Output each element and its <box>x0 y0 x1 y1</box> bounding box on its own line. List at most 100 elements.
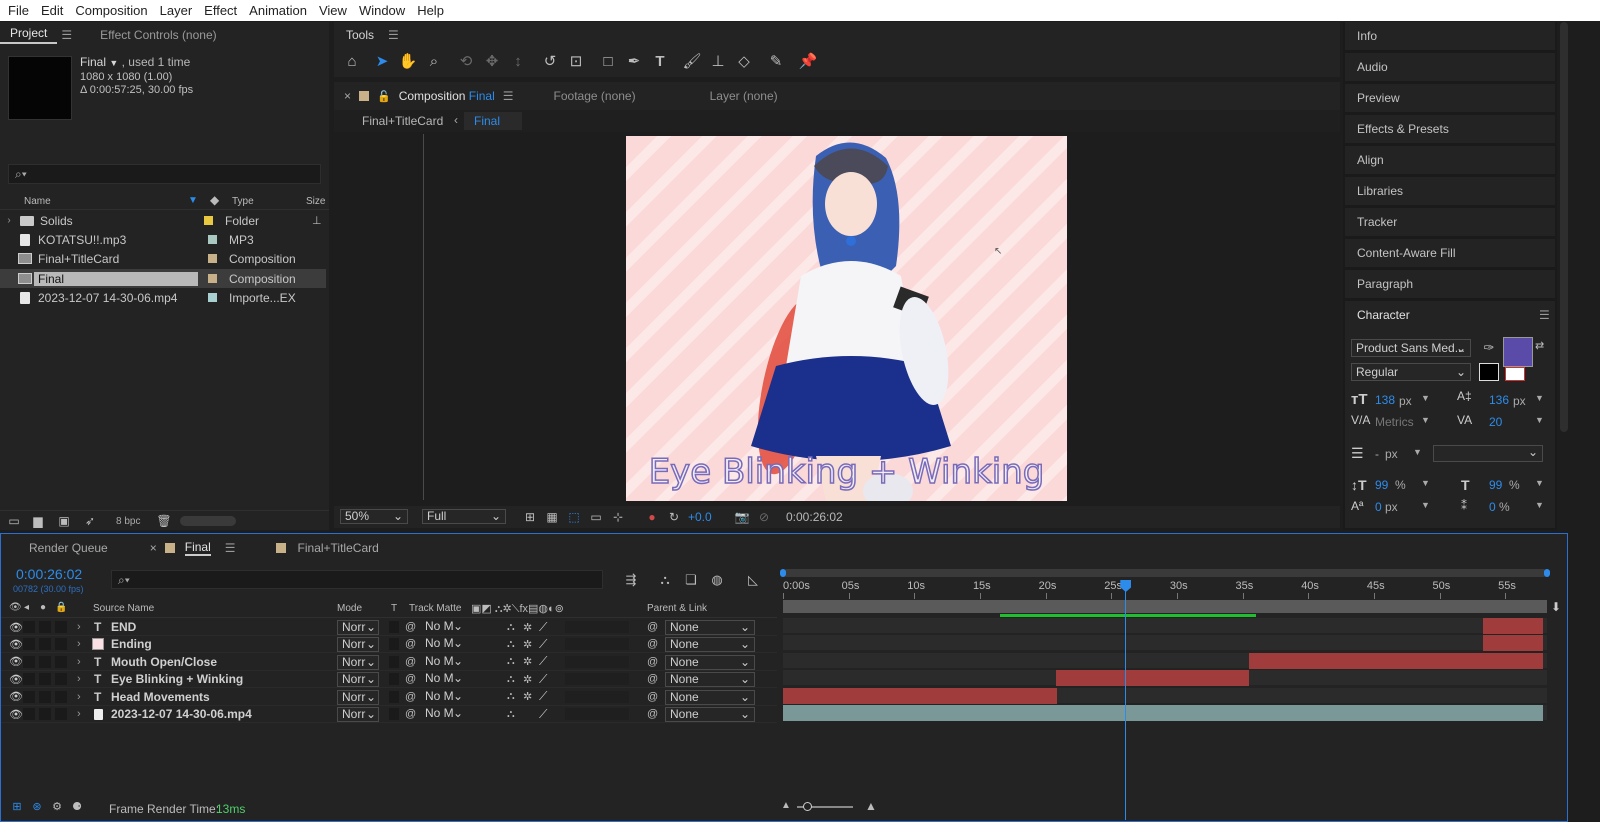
project-item-mp4[interactable]: 2023-12-07 14-30-06.mp4 Importe...EX <box>0 288 326 307</box>
layer-name[interactable]: Head Movements <box>111 690 210 704</box>
chevron-down-icon[interactable]: ▼ <box>1421 393 1430 403</box>
tsume-value[interactable]: 0 <box>1489 500 1496 514</box>
trash-icon[interactable]: 🗑 <box>154 512 174 530</box>
project-search-input[interactable]: ⌕▾ <box>8 164 321 184</box>
puppet-pin-tool-icon[interactable]: 📌 <box>798 53 818 71</box>
label-tag-icon[interactable]: ◆ <box>210 193 219 207</box>
panel-menu-icon[interactable]: ☰ <box>1539 308 1550 322</box>
channels-icon[interactable]: ● <box>642 508 662 526</box>
panel-paragraph[interactable]: Paragraph <box>1345 270 1555 298</box>
menu-effect[interactable]: Effect <box>204 3 245 18</box>
panel-menu-icon[interactable]: ☰ <box>61 28 72 42</box>
layer-row[interactable]: 👁 › T Eye Blinking + Winking Norr ⌄ @ No M ⌄ ⛬ ✲ ⟋ @… <box>1 671 777 689</box>
shy-switch-icon[interactable]: ⛬ <box>507 673 515 686</box>
project-item-final[interactable]: Final Composition <box>0 269 326 288</box>
region-of-interest-icon[interactable]: ▭ <box>586 508 606 526</box>
track-matte-dropdown[interactable]: No M ⌄ <box>421 707 465 722</box>
quality-switch-icon[interactable]: ⟋ <box>539 707 547 722</box>
layer-switch-slots[interactable] <box>565 621 629 633</box>
parent-pickwhip-icon[interactable]: @ <box>647 638 658 650</box>
column-source-name[interactable]: Source Name <box>93 603 154 614</box>
zoom-tool-icon[interactable]: ⌕ <box>424 53 444 71</box>
font-style-dropdown[interactable]: Regular ⌄ <box>1351 363 1471 381</box>
panel-libraries[interactable]: Libraries <box>1345 177 1555 205</box>
parent-dropdown[interactable]: None ⌄ <box>665 654 755 670</box>
show-snapshot-icon[interactable]: ⊘ <box>754 508 774 526</box>
project-item-solids[interactable]: › Solids Folder ⊥ <box>0 211 326 230</box>
layer-name[interactable]: Mouth Open/Close <box>111 655 217 669</box>
parent-pickwhip-icon[interactable]: @ <box>647 708 658 720</box>
chevron-right-icon[interactable]: › <box>77 691 81 703</box>
track-matte-dropdown[interactable]: No M ⌄ <box>421 637 465 652</box>
mask-visibility-icon[interactable]: ⬚ <box>564 508 584 526</box>
chevron-right-icon[interactable]: › <box>77 673 81 685</box>
tab-final-titlecard[interactable]: Final+TitleCard <box>298 541 379 555</box>
swap-colors-icon[interactable]: ⇄ <box>1535 339 1544 352</box>
collapse-switch-icon[interactable]: ✲ <box>523 621 532 634</box>
right-scrollbar[interactable] <box>1560 22 1568 432</box>
work-area-bar[interactable] <box>783 600 1547 613</box>
chevron-down-icon[interactable]: ▼ <box>1421 415 1430 425</box>
selection-tool-icon[interactable]: ➤ <box>372 53 392 71</box>
chevron-right-icon[interactable]: › <box>77 656 81 668</box>
layer-mode-dropdown[interactable]: Norr ⌄ <box>337 620 379 635</box>
composition-frame[interactable]: Eye Blinking + Winking <box>626 136 1067 501</box>
work-area-range[interactable] <box>999 614 1256 617</box>
eraser-tool-icon[interactable]: ◇ <box>734 53 754 71</box>
matte-pickwhip-icon[interactable]: @ <box>405 708 416 720</box>
rotate-tool-icon[interactable]: ↺ <box>540 53 560 71</box>
audio-toggle[interactable] <box>23 673 35 686</box>
parent-dropdown[interactable]: None ⌄ <box>665 689 755 705</box>
track-matte-dropdown[interactable]: No M ⌄ <box>421 620 465 635</box>
lock-toggle[interactable] <box>55 638 67 651</box>
video-switch-icon[interactable]: 👁 <box>9 602 22 613</box>
close-icon[interactable]: × <box>150 541 157 555</box>
zoom-slider-handle[interactable] <box>803 802 812 811</box>
lock-icon[interactable]: 🔓 <box>377 90 391 103</box>
quality-switch-icon[interactable]: ⟋ <box>539 637 547 652</box>
matte-pickwhip-icon[interactable]: @ <box>405 673 416 685</box>
panel-effects-presets[interactable]: Effects & Presets <box>1345 115 1555 143</box>
chevron-right-icon[interactable]: › <box>2 215 16 226</box>
draft-3d-icon[interactable]: ⛬ <box>655 571 675 589</box>
tracking-value[interactable]: 20 <box>1489 415 1502 429</box>
rectangle-tool-icon[interactable]: □ <box>598 53 618 71</box>
current-time[interactable]: 0:00:26:02 <box>16 566 82 582</box>
solo-toggle[interactable] <box>39 690 51 703</box>
playhead[interactable] <box>1120 580 1132 820</box>
roto-brush-tool-icon[interactable]: ✎ <box>766 53 786 71</box>
hand-tool-icon[interactable]: ✋ <box>398 53 418 71</box>
eyedropper-icon[interactable]: ✑ <box>1479 339 1499 357</box>
column-type[interactable]: Type <box>232 196 254 207</box>
panel-menu-icon[interactable]: ☰ <box>225 541 236 555</box>
chevron-right-icon[interactable]: › <box>77 638 81 650</box>
parent-pickwhip-icon[interactable]: @ <box>647 673 658 685</box>
audio-toggle[interactable] <box>23 655 35 668</box>
stroke-color-swatch[interactable] <box>1479 363 1499 381</box>
leading-value[interactable]: 136 <box>1489 393 1509 407</box>
dolly-camera-icon[interactable]: ↕ <box>508 53 528 71</box>
tab-project[interactable]: Project <box>0 26 58 44</box>
baseline-shift-value[interactable]: 0 <box>1375 500 1382 514</box>
panel-menu-icon[interactable]: ☰ <box>388 28 399 42</box>
transparency-grid-icon[interactable]: ▦ <box>542 508 562 526</box>
shy-switch-icon[interactable]: ⛬ <box>507 638 515 651</box>
preserve-transparency-toggle[interactable] <box>389 621 399 633</box>
home-icon[interactable]: ⌂ <box>342 53 362 71</box>
tab-layer[interactable]: Layer (none) <box>710 89 778 103</box>
solo-toggle[interactable] <box>39 655 51 668</box>
solo-switch-icon[interactable]: ● <box>40 602 46 613</box>
chevron-down-icon[interactable]: ▼ <box>1535 500 1544 510</box>
quality-switch-icon[interactable]: ⟋ <box>539 620 547 635</box>
layer-duration-bar[interactable] <box>1249 652 1544 669</box>
new-folder-icon[interactable]: ▆ <box>28 512 48 530</box>
timeline-search-input[interactable]: ⌕▾ <box>111 570 603 589</box>
audio-toggle[interactable] <box>23 638 35 651</box>
render-icon[interactable]: ➶ <box>80 512 100 530</box>
shy-switch-icon[interactable]: ⛬ <box>507 621 515 634</box>
menu-composition[interactable]: Composition <box>75 3 155 18</box>
solo-toggle[interactable] <box>39 708 51 720</box>
shy-switch-icon[interactable]: ⛬ <box>507 655 515 668</box>
collapse-switch-icon[interactable]: ✲ <box>523 638 532 651</box>
layer-row[interactable]: 👁 › T END Norr ⌄ @ No M ⌄ ⛬ ✲ ⟋ @ None ⌄ <box>1 619 777 636</box>
